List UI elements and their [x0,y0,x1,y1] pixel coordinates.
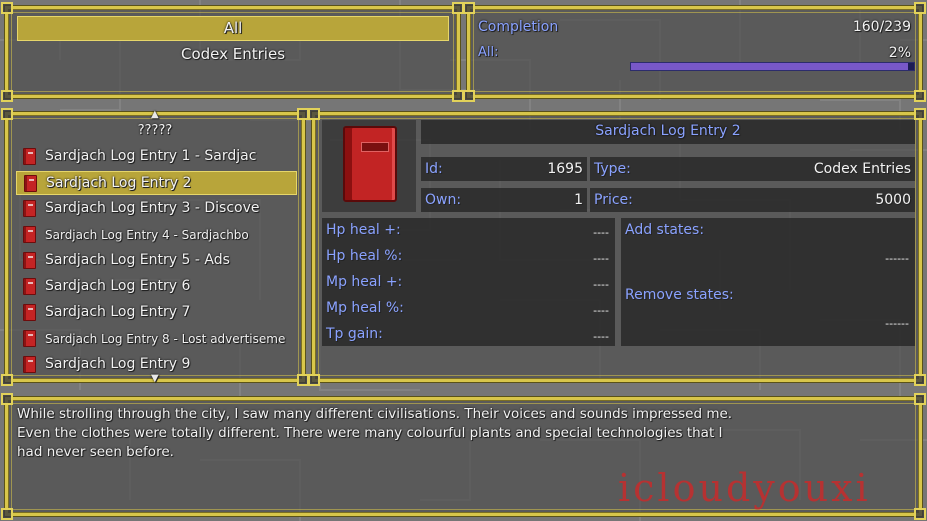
description-line: Even the clothes were totally different.… [17,425,723,441]
type-field: Type: Codex Entries [590,157,915,181]
frame-corner [463,2,475,14]
frame-corner [914,374,926,386]
price-label: Price: [594,192,633,208]
hp-heal-plus-value: ---- [593,226,609,239]
list-item[interactable]: Sardjach Log Entry 3 - Discove [16,197,297,221]
list-item-label: Sardjach Log Entry 9 [45,356,191,372]
red-book-icon [24,175,37,192]
item-title: Sardjach Log Entry 2 [595,123,741,139]
description-line: While strolling through the city, I saw … [17,406,733,422]
list-item-label: Sardjach Log Entry 1 - Sardjac [45,148,257,164]
triangle-up-icon[interactable]: ▲ [151,109,159,120]
id-label: Id: [425,161,443,177]
completion-count: 160/239 [852,19,911,35]
hp-heal-percent-label: Hp heal %: [326,248,403,264]
list-item-label: Sardjach Log Entry 4 - Sardjachbo [45,228,249,242]
id-value: 1695 [547,161,583,177]
list-title: ????? [137,123,173,138]
list-item[interactable]: Sardjach Log Entry 7 [16,301,297,325]
price-value: 5000 [875,192,911,208]
type-value: Codex Entries [813,161,911,177]
frame-corner [914,508,926,520]
watermark: icloudyouxi [618,466,871,510]
mp-heal-percent-value: ---- [593,304,609,317]
completion-percent: 2% [888,45,911,61]
frame-corner [1,508,13,520]
remove-states-label: Remove states: [625,287,734,303]
description-line: had never seen before. [17,444,174,460]
red-book-icon [23,356,36,373]
frame-corner [914,393,926,405]
red-book-icon [23,252,36,269]
list-item-label: Sardjach Log Entry 2 [46,175,192,191]
list-item-label: Sardjach Log Entry 7 [45,304,191,320]
red-book-icon [23,278,36,295]
list-item[interactable]: Sardjach Log Entry 8 - Lost advertiseme [16,327,297,351]
category-type-label: Codex Entries [180,45,286,63]
hp-heal-plus-label: Hp heal +: [326,222,401,238]
red-book-icon [23,226,36,243]
mp-heal-percent-label: Mp heal %: [326,300,404,316]
list-item[interactable]: Sardjach Log Entry 6 [16,275,297,299]
list-item[interactable]: Sardjach Log Entry 2 [16,171,297,195]
item-detail-window: Sardjach Log Entry 2 Id: 1695 Type: Code… [308,108,926,386]
mp-heal-plus-label: Mp heal +: [326,274,403,290]
frame-corner [1,2,13,14]
red-book-icon [343,126,397,202]
red-book-icon [23,148,36,165]
red-book-icon [23,200,36,217]
id-field: Id: 1695 [421,157,587,181]
type-label: Type: [594,161,631,177]
completion-progress-fill [631,63,909,70]
tp-gain-value: ---- [593,330,609,343]
category-all-option[interactable]: All [17,19,449,37]
add-states-label: Add states: [625,222,705,238]
hp-heal-percent-value: ---- [593,252,609,265]
frame-corner [1,108,13,120]
remove-states-value: ------ [885,317,909,330]
frame-corner [463,90,475,102]
list-item-label: Sardjach Log Entry 3 - Discove [45,200,260,216]
frame-corner [1,393,13,405]
completion-label: Completion [478,19,559,35]
category-window: All Codex Entries [1,2,464,102]
states-panel: Add states: ------ Remove states: ------ [621,218,915,346]
list-item[interactable]: Sardjach Log Entry 1 - Sardjac [16,145,297,169]
own-value: 1 [574,192,583,208]
frame-corner [914,108,926,120]
item-list-window: ▲ ????? Sardjach Log Entry 1 - Sardjac Sa… [1,108,309,386]
frame-corner [1,90,13,102]
completion-all-label: All: [478,45,499,60]
frame-corner [308,374,320,386]
list-item-label: Sardjach Log Entry 5 - Ads [45,252,230,268]
list-item-label: Sardjach Log Entry 6 [45,278,191,294]
frame-corner [914,2,926,14]
own-label: Own: [425,192,462,208]
completion-window: Completion 160/239 All: 2% [463,2,926,102]
list-item-label: Sardjach Log Entry 8 - Lost advertiseme [45,332,286,346]
add-states-value: ------ [885,252,909,265]
price-field: Price: 5000 [590,188,915,212]
completion-progress-bar [630,62,915,71]
own-field: Own: 1 [421,188,587,212]
heal-stats-panel: Hp heal +: ---- Hp heal %: ---- Mp heal … [322,218,615,346]
red-book-icon [23,304,36,321]
frame-corner [1,374,13,386]
red-book-icon [23,330,36,347]
list-item[interactable]: Sardjach Log Entry 4 - Sardjachbo [16,223,297,247]
frame-corner [308,108,320,120]
tp-gain-label: Tp gain: [326,326,383,342]
mp-heal-plus-value: ---- [593,278,609,291]
frame-corner [914,90,926,102]
item-title-bar: Sardjach Log Entry 2 [421,120,915,144]
triangle-down-icon[interactable]: ▼ [151,373,159,384]
list-item[interactable]: Sardjach Log Entry 5 - Ads [16,249,297,273]
item-icon-frame [322,120,416,212]
